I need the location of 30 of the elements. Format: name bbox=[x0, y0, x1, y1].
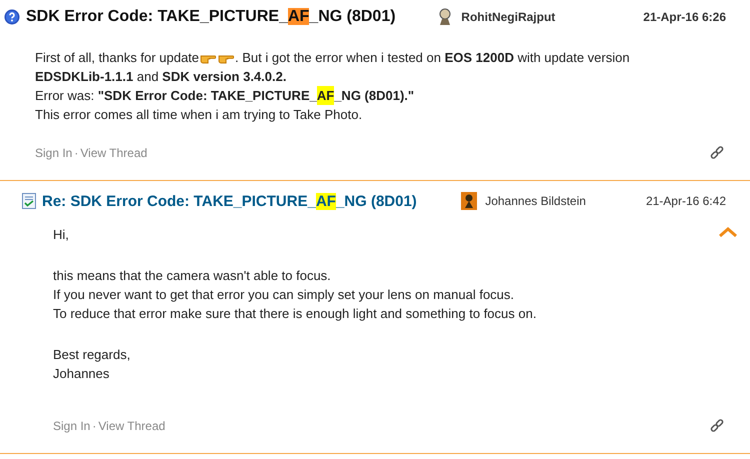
post-text: First of all, thanks for update bbox=[35, 49, 200, 67]
footer-link[interactable]: Sign In bbox=[35, 146, 72, 160]
footer-link[interactable]: Sign In bbox=[53, 419, 90, 433]
footer-link[interactable]: View Thread bbox=[98, 419, 166, 433]
post-text: EDSDKLib-1.1.1 and SDK version 3.4.0.2. bbox=[35, 68, 286, 86]
post-text: To reduce that error make sure that there is enough light and something to focus on. bbox=[53, 305, 536, 323]
post-text: . But i got the error when i tested on EOS 1200D with update version bbox=[235, 49, 630, 67]
avatar-icon bbox=[437, 8, 454, 26]
post-text: If you never want to get that error you can simply set your lens on manual focus. bbox=[53, 286, 514, 304]
link-icon[interactable] bbox=[710, 146, 724, 160]
author-name[interactable]: Johannes Bildstein bbox=[485, 194, 586, 208]
author-name[interactable]: RohitNegiRajput bbox=[461, 10, 556, 24]
post-text: Best regards, bbox=[53, 346, 130, 364]
footer-link[interactable]: View Thread bbox=[80, 146, 148, 160]
post-title[interactable]: SDK Error Code: TAKE_PICTURE_AF_NG (8D01) bbox=[26, 8, 396, 26]
post-date: 21-Apr-16 6:26 bbox=[643, 10, 726, 24]
post-text: Johannes bbox=[53, 365, 110, 383]
post-date: 21-Apr-16 6:42 bbox=[646, 194, 726, 208]
post-text: Error was: "SDK Error Code: TAKE_PICTURE_ bbox=[35, 87, 317, 105]
link-icon[interactable] bbox=[710, 419, 724, 433]
document-check-icon bbox=[22, 193, 36, 209]
help-icon bbox=[4, 9, 20, 25]
avatar-icon bbox=[461, 192, 478, 210]
separator-dot: · bbox=[74, 146, 78, 160]
post-text: This error comes all time when i am trying to Take Photo. bbox=[35, 106, 362, 124]
post-text: Hi, bbox=[53, 226, 69, 244]
post-text: _NG (8D01)." bbox=[334, 87, 414, 105]
post-text: AF bbox=[316, 86, 334, 105]
post-text: this means that the camera wasn't able to focus. bbox=[53, 267, 331, 285]
separator-dot: · bbox=[92, 419, 96, 433]
